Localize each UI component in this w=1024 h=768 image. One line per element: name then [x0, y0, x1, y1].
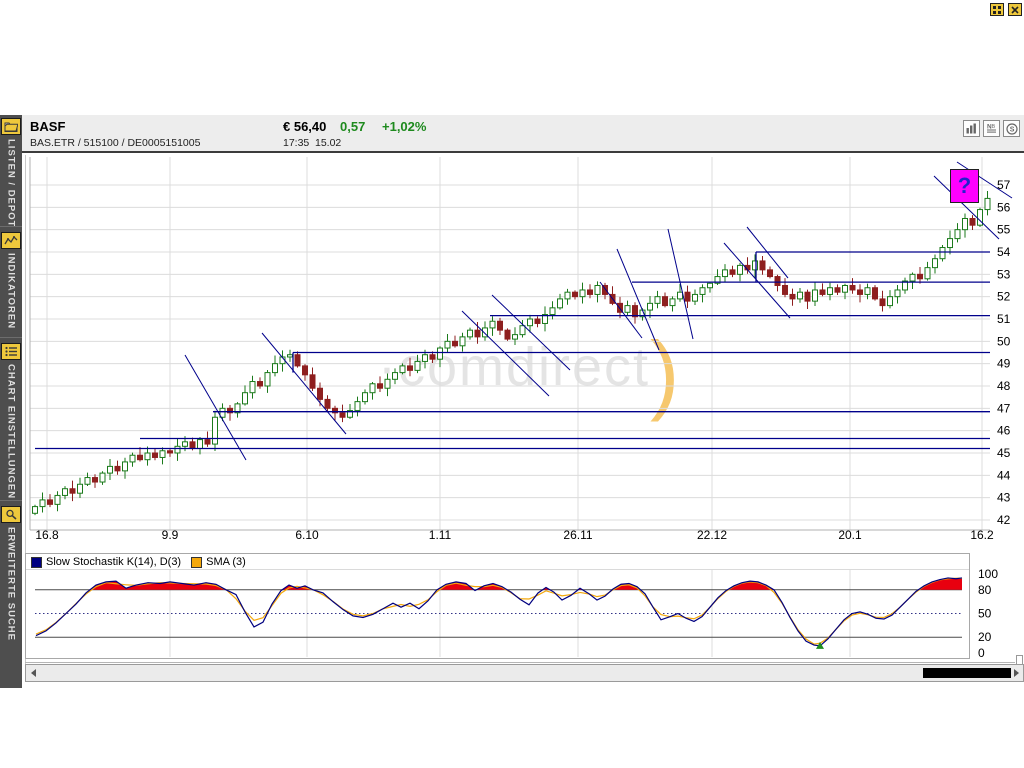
- quote-circle-icon[interactable]: S: [1003, 120, 1020, 137]
- sidebar-item-chart-einstellungen[interactable]: CHART EINSTELLUNGEN: [0, 343, 22, 499]
- svg-text:51: 51: [997, 312, 1011, 326]
- folder-icon: [1, 118, 21, 135]
- instrument-header: BASF BAS.ETR / 515100 / DE0005151005 € 5…: [22, 115, 1024, 153]
- scroll-left-icon[interactable]: [27, 667, 39, 679]
- sidebar-item-listen-depot[interactable]: LISTEN / DEPOT: [0, 118, 22, 227]
- sidebar-divider: [0, 226, 22, 227]
- stochastic-panel[interactable]: 100 80 50 20 0 Slow Stochastik K(14), D(3) S…: [25, 553, 1024, 663]
- svg-text:55: 55: [997, 223, 1011, 237]
- svg-text:52: 52: [997, 290, 1011, 304]
- question-annotation[interactable]: ?: [950, 169, 979, 203]
- stochastic-legend-swatch: [31, 557, 42, 568]
- svg-text:48: 48: [997, 379, 1011, 393]
- indicators-icon: [1, 232, 21, 249]
- price-change: 0,57: [340, 119, 365, 134]
- svg-text:54: 54: [997, 245, 1011, 259]
- application-window: LISTEN / DEPOT INDIKATOREN CHART EINSTEL…: [0, 0, 1024, 768]
- instrument-details: BAS.ETR / 515100 / DE0005151005: [30, 137, 200, 149]
- svg-text:100: 100: [978, 567, 998, 581]
- svg-text:45: 45: [997, 446, 1011, 460]
- svg-text:50: 50: [978, 607, 992, 621]
- svg-text:20: 20: [978, 630, 992, 644]
- chart-settings-icon: [1, 343, 21, 360]
- sidebar-divider: [0, 500, 22, 501]
- news-icon[interactable]: NB: [983, 120, 1000, 137]
- svg-text:S: S: [1009, 126, 1014, 133]
- stochastic-legend-label: Slow Stochastik K(14), D(3): [46, 556, 181, 568]
- svg-text:B: B: [992, 124, 996, 130]
- quote-date: 15.02: [315, 137, 341, 149]
- svg-text:42: 42: [997, 513, 1011, 527]
- svg-text:53: 53: [997, 267, 1011, 281]
- sidebar-item-erweiterte-suche[interactable]: ERWEITERTE SUCHE: [0, 506, 22, 641]
- price-change-percent: +1,02%: [382, 119, 426, 134]
- sma-legend-swatch: [191, 557, 202, 568]
- svg-text:49: 49: [997, 357, 1011, 371]
- horizontal-scrollbar[interactable]: [25, 664, 1024, 682]
- svg-text:43: 43: [997, 491, 1011, 505]
- bar-chart-icon[interactable]: [963, 120, 980, 137]
- quote-time: 17:35: [283, 137, 309, 149]
- svg-text:47: 47: [997, 401, 1011, 415]
- indicator-legend: Slow Stochastik K(14), D(3) SMA (3): [31, 555, 246, 569]
- chart-border: [25, 662, 1015, 663]
- svg-text:80: 80: [978, 583, 992, 597]
- sidebar-item-label: ERWEITERTE SUCHE: [6, 527, 17, 641]
- svg-text:0: 0: [978, 646, 985, 660]
- indicator-close-button[interactable]: [1008, 3, 1022, 16]
- sidebar-item-label: LISTEN / DEPOT: [6, 139, 17, 227]
- instrument-name: BASF: [30, 119, 65, 134]
- svg-text:46: 46: [997, 424, 1011, 438]
- svg-text:56: 56: [997, 200, 1011, 214]
- sidebar: LISTEN / DEPOT INDIKATOREN CHART EINSTEL…: [0, 115, 22, 688]
- sidebar-item-indikatoren[interactable]: INDIKATOREN: [0, 232, 22, 329]
- sidebar-item-label: CHART EINSTELLUNGEN: [6, 364, 17, 499]
- scrollbar-thumb[interactable]: [923, 668, 1011, 678]
- svg-text:44: 44: [997, 468, 1011, 482]
- sidebar-item-label: INDIKATOREN: [6, 253, 17, 329]
- scroll-right-icon[interactable]: [1010, 667, 1022, 679]
- candlestick-chart[interactable]: 5756555453525150494847464544434216.89.96…: [25, 155, 1024, 545]
- svg-text:50: 50: [997, 334, 1011, 348]
- indicator-properties-button[interactable]: [990, 3, 1004, 16]
- sma-legend-label: SMA (3): [206, 556, 246, 568]
- last-price: € 56,40: [283, 119, 326, 134]
- sidebar-divider: [0, 337, 22, 338]
- search-icon: [1, 506, 21, 523]
